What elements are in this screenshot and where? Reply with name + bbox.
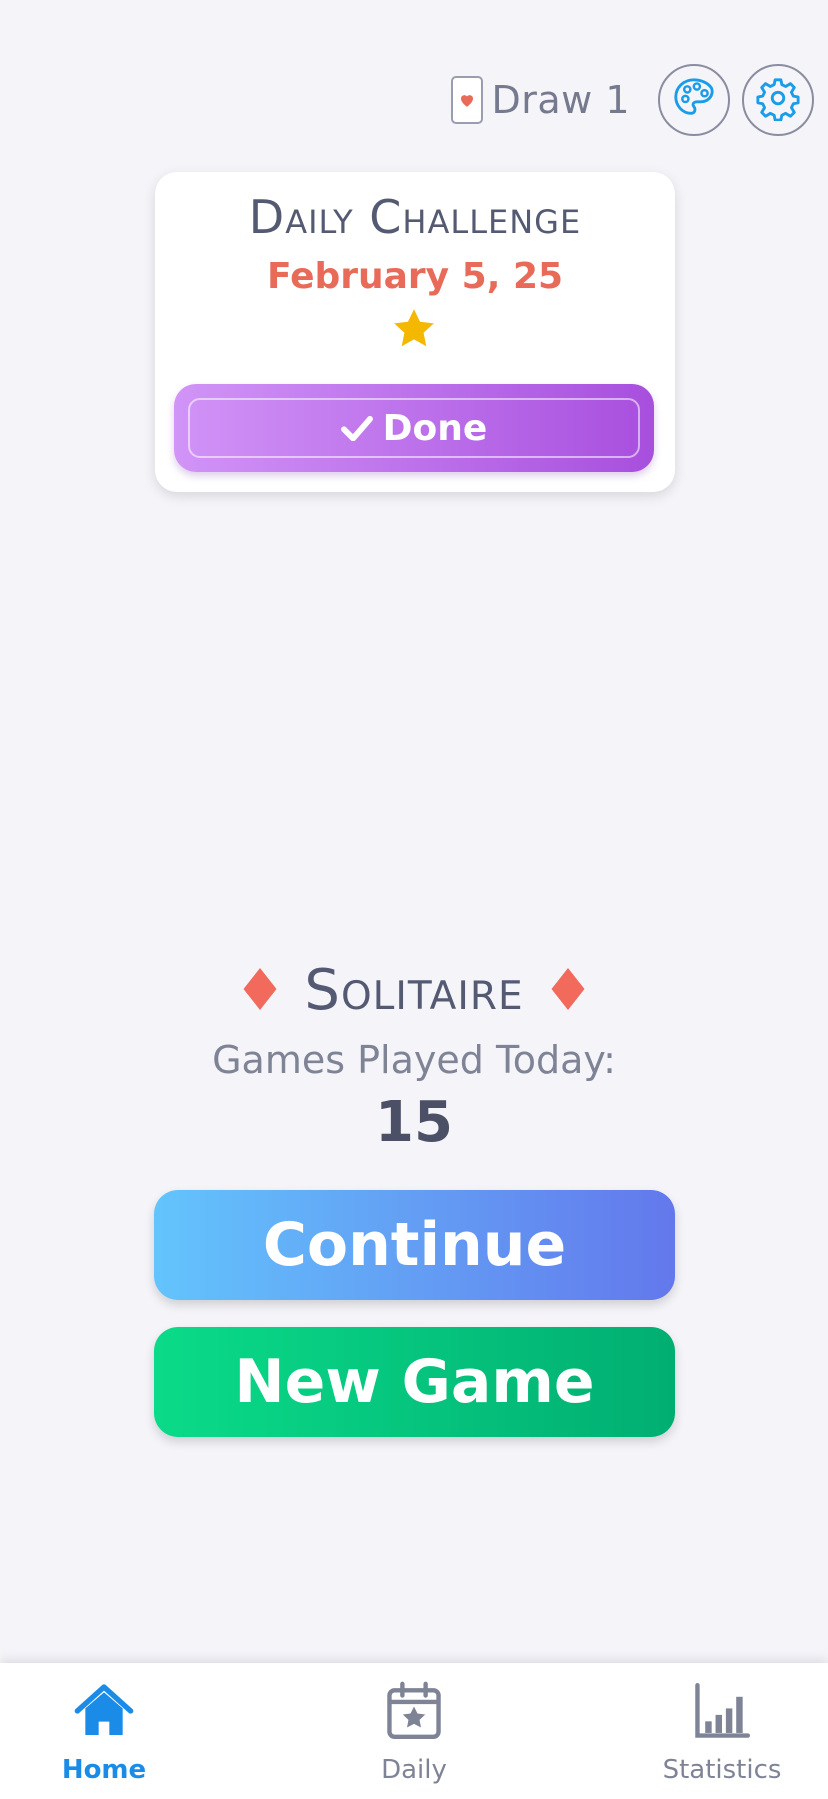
nav-label-statistics: Statistics bbox=[662, 1755, 782, 1785]
continue-button[interactable]: Continue bbox=[154, 1190, 675, 1300]
daily-challenge-card: Daily Challenge February 5, 25 Done bbox=[155, 172, 675, 492]
new-game-button[interactable]: New Game bbox=[154, 1327, 675, 1437]
draw-mode-label: Draw 1 bbox=[491, 78, 630, 122]
settings-button[interactable] bbox=[742, 64, 814, 136]
gear-icon bbox=[755, 75, 801, 125]
heart-card-icon bbox=[451, 76, 484, 124]
palette-icon bbox=[671, 75, 717, 125]
bar-chart-icon bbox=[622, 1673, 822, 1749]
nav-item-daily[interactable]: Daily bbox=[314, 1673, 514, 1797]
solitaire-title: Solitaire bbox=[304, 958, 524, 1023]
continue-button-label: Continue bbox=[262, 1210, 567, 1280]
nav-label-daily: Daily bbox=[381, 1755, 447, 1785]
done-button-label: Done bbox=[382, 407, 488, 449]
theme-button[interactable] bbox=[658, 64, 730, 136]
check-icon bbox=[340, 415, 373, 441]
nav-item-home[interactable]: Home bbox=[4, 1673, 204, 1797]
draw-mode-toggle[interactable]: Draw 1 bbox=[451, 76, 630, 124]
diamond-icon bbox=[242, 966, 278, 1016]
bottom-navigation: Home Daily Statistics bbox=[0, 1663, 828, 1799]
new-game-button-label: New Game bbox=[234, 1347, 595, 1417]
nav-label-home: Home bbox=[61, 1755, 147, 1785]
calendar-star-icon bbox=[314, 1673, 514, 1749]
daily-challenge-date: February 5, 25 bbox=[266, 256, 564, 297]
games-played-count: 15 bbox=[375, 1090, 453, 1155]
home-icon bbox=[4, 1673, 204, 1749]
games-played-label: Games Played Today: bbox=[212, 1038, 616, 1082]
done-button-inner: Done bbox=[188, 398, 640, 458]
diamond-icon bbox=[550, 966, 586, 1016]
daily-challenge-title: Daily Challenge bbox=[248, 190, 582, 244]
solitaire-heading: Solitaire bbox=[0, 958, 828, 1023]
top-bar: Draw 1 bbox=[451, 62, 814, 138]
star-icon bbox=[387, 304, 441, 354]
nav-item-statistics[interactable]: Statistics bbox=[622, 1673, 822, 1797]
done-button[interactable]: Done bbox=[174, 384, 654, 472]
